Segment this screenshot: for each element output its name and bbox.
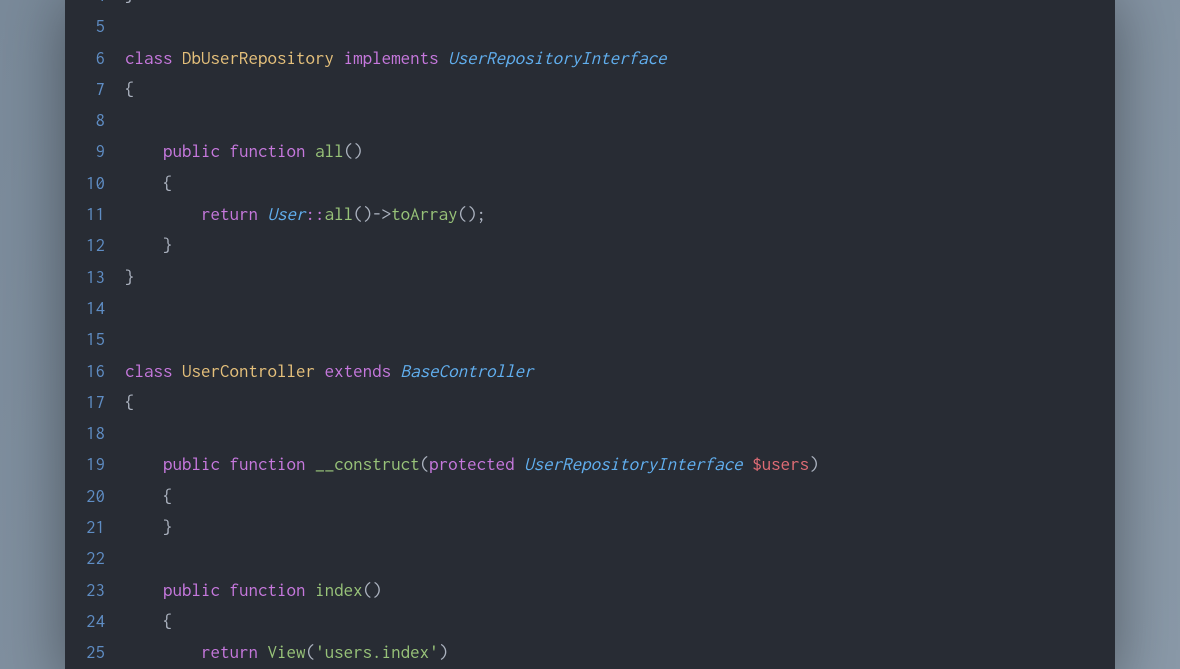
code-line: { [125, 74, 1107, 105]
code-line: class DbUserRepository implements UserRe… [125, 43, 1107, 74]
line-number: 24 [71, 606, 105, 637]
line-number: 11 [71, 199, 105, 230]
code-line: public function index() [125, 575, 1107, 606]
code-line [125, 324, 1107, 355]
code-area: 45678910111213141516171819202122232425 }… [65, 0, 1115, 669]
code-line: { [125, 168, 1107, 199]
line-number: 13 [71, 262, 105, 293]
code-line: } [125, 0, 1107, 11]
line-number: 16 [71, 356, 105, 387]
code-line: } [125, 230, 1107, 261]
code-line [125, 418, 1107, 449]
code-line: { [125, 481, 1107, 512]
line-number: 8 [71, 105, 105, 136]
code-line: public function all() [125, 136, 1107, 167]
line-number: 23 [71, 575, 105, 606]
line-number: 20 [71, 481, 105, 512]
code-line [125, 11, 1107, 42]
code-line [125, 105, 1107, 136]
code-line: { [125, 606, 1107, 637]
line-number: 22 [71, 543, 105, 574]
line-number: 9 [71, 136, 105, 167]
line-number: 6 [71, 43, 105, 74]
line-number: 14 [71, 293, 105, 324]
code-line: class UserController extends BaseControl… [125, 356, 1107, 387]
code-line: } [125, 512, 1107, 543]
line-number: 21 [71, 512, 105, 543]
line-number: 25 [71, 637, 105, 668]
code-content[interactable]: } class DbUserRepository implements UserR… [117, 0, 1115, 669]
code-line: public function __construct(protected Us… [125, 449, 1107, 480]
line-number-gutter: 45678910111213141516171819202122232425 [65, 0, 117, 669]
line-number: 7 [71, 74, 105, 105]
code-editor[interactable]: 45678910111213141516171819202122232425 }… [65, 0, 1115, 669]
line-number: 12 [71, 230, 105, 261]
code-line: return View('users.index') [125, 637, 1107, 668]
line-number: 5 [71, 11, 105, 42]
code-line [125, 293, 1107, 324]
code-line [125, 543, 1107, 574]
line-number: 17 [71, 387, 105, 418]
code-line: { [125, 387, 1107, 418]
line-number: 15 [71, 324, 105, 355]
code-line: } [125, 262, 1107, 293]
line-number: 4 [71, 0, 105, 11]
line-number: 10 [71, 168, 105, 199]
line-number: 18 [71, 418, 105, 449]
code-line: return User::all()->toArray(); [125, 199, 1107, 230]
line-number: 19 [71, 449, 105, 480]
